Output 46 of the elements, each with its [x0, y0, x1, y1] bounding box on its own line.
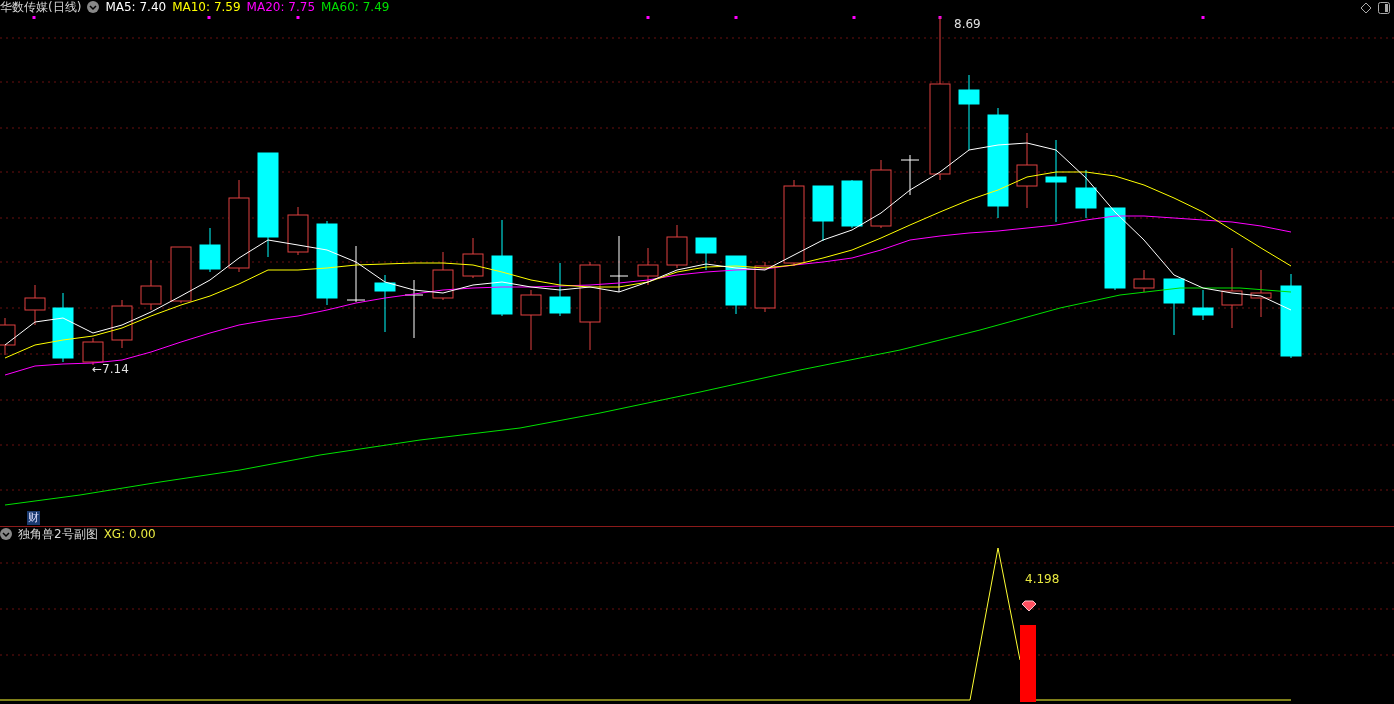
candlestick — [374, 274, 396, 333]
candlestick — [462, 237, 484, 279]
candlestick — [1075, 169, 1097, 219]
high-price-label: 8.69 — [952, 16, 988, 32]
candlestick — [287, 206, 309, 256]
candlestick — [1192, 289, 1214, 321]
candlestick — [609, 235, 629, 293]
candlestick — [1133, 269, 1155, 293]
candlestick — [1250, 269, 1272, 318]
candlestick — [520, 289, 542, 351]
candlestick — [82, 337, 104, 366]
candlestick — [695, 237, 717, 271]
candlestick — [170, 246, 192, 304]
panel-icon[interactable] — [1378, 2, 1390, 14]
chart-title: 华数传媒(日线) — [0, 0, 82, 14]
candlestick — [666, 224, 688, 269]
candlestick — [111, 299, 133, 349]
chevron-icon[interactable] — [0, 528, 12, 540]
candlestick — [346, 245, 366, 303]
finance-badge[interactable]: 财 — [27, 511, 40, 525]
moving-average-value: MA60: 7.49 — [321, 0, 390, 14]
gem-icon — [1021, 600, 1037, 612]
moving-average-value: MA10: 7.59 — [172, 0, 241, 14]
candlestick — [199, 227, 221, 273]
candlestick — [870, 159, 892, 229]
candlestick — [725, 255, 747, 315]
candlestick — [900, 154, 920, 196]
moving-average-value: MA5: 7.40 — [105, 0, 167, 14]
candlestick — [1163, 278, 1185, 336]
candlestick — [841, 179, 863, 229]
candlestick — [549, 262, 571, 317]
candlestick — [637, 247, 659, 286]
candlestick — [432, 251, 454, 301]
peak-value-label: 4.198 — [1024, 571, 1074, 587]
candlestick — [24, 284, 46, 326]
indicator-title: 独角兽2号副图 — [18, 527, 98, 541]
low-price-label: ←7.14 — [90, 360, 150, 378]
moving-average-value: MA20: 7.75 — [246, 0, 315, 14]
candlestick — [404, 279, 424, 339]
candlestick — [812, 185, 834, 242]
candlestick — [52, 292, 74, 363]
chevron-icon[interactable] — [87, 1, 100, 13]
diamond-icon[interactable] — [1360, 2, 1372, 14]
candlestick — [140, 259, 162, 311]
candlestick — [754, 261, 776, 313]
xg-value: XG: 0.00 — [103, 527, 156, 541]
